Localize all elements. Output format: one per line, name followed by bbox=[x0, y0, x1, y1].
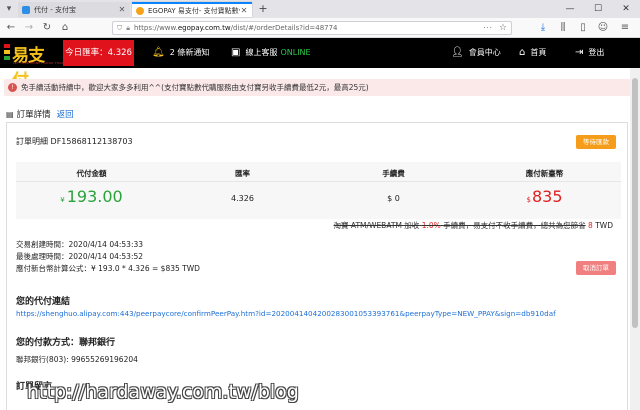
menu-icon[interactable]: ≡ bbox=[618, 21, 632, 35]
forward-arrow-icon[interactable]: → bbox=[22, 21, 36, 35]
logout-link[interactable]: ⇥ 登出 bbox=[575, 38, 604, 68]
alert-icon: ! bbox=[8, 83, 17, 92]
watermark: http://hardaway.com.tw/blog bbox=[27, 381, 299, 403]
today-rate-box: 今日匯率：4.326 bbox=[63, 40, 134, 66]
savings-text-2: 手續費，易支付不收手續費，總共為您節省 bbox=[443, 221, 586, 230]
savings-pct: 1.0% bbox=[421, 221, 441, 230]
bank-account: 聯邦銀行(803): 99655269196204 bbox=[16, 355, 138, 364]
back-arrow-icon[interactable]: ← bbox=[4, 21, 18, 35]
cancel-order-button[interactable]: 取消訂單 bbox=[576, 261, 616, 275]
header-rate: 匯率 bbox=[235, 169, 250, 178]
updated-time: 最後處理時間：2020/4/14 04:53:52 bbox=[16, 252, 144, 261]
savings-note: 淘寶 ATM/WEBATM 加收 1.0% 手續費，易支付不收手續費，總共為您節… bbox=[334, 220, 613, 231]
url-prefix: https://www. bbox=[133, 24, 178, 32]
tab-title: 代付 - 支付宝 bbox=[34, 5, 76, 14]
new-tab-button[interactable]: + bbox=[256, 2, 270, 16]
scrollbar-thumb[interactable] bbox=[632, 78, 638, 328]
payment-method-heading: 您的付款方式：聯邦銀行 bbox=[16, 338, 116, 348]
total-number: 835 bbox=[531, 187, 563, 206]
payment-link-heading: 您的代付連結 bbox=[16, 297, 71, 307]
online-status: ONLINE bbox=[280, 48, 311, 57]
amount-currency: ¥ bbox=[60, 196, 65, 204]
egopay-logo[interactable]: 易支付 LET YOUR MONEY GOOD THAN MORE bbox=[4, 40, 75, 91]
logout-icon: ⇥ bbox=[575, 47, 584, 58]
account-icon[interactable]: ☺ bbox=[596, 21, 610, 35]
home-icon: ⌂ bbox=[519, 47, 526, 58]
shield-icon: ⛉ bbox=[117, 23, 123, 32]
header-fee: 手續費 bbox=[382, 169, 405, 178]
customer-service-link[interactable]: ▣ 線上客服 ONLINE bbox=[231, 38, 311, 68]
lock-icon: 🔒︎ bbox=[126, 23, 130, 32]
url-host: egopay.com.tw bbox=[177, 24, 231, 32]
download-icon[interactable]: ⤓ bbox=[536, 21, 550, 35]
address-bar[interactable]: ⛉ 🔒︎ https://www. egopay.com.tw/dist/#/or… bbox=[112, 21, 512, 35]
order-detail-card: 訂單明細 DF15868112138703 等待匯款 代付金額 匯率 手續費 應… bbox=[6, 122, 628, 410]
reload-icon[interactable]: ↻ bbox=[40, 21, 54, 35]
egopay-favicon-icon bbox=[136, 6, 144, 15]
site-header: 易支付 LET YOUR MONEY GOOD THAN MORE 今日匯率：4… bbox=[0, 38, 640, 91]
status-badge: 等待匯款 bbox=[576, 135, 616, 149]
order-number-value: DF15868112138703 bbox=[50, 137, 133, 146]
home-label: 首頁 bbox=[530, 48, 547, 57]
member-center-link[interactable]: 👤︎ 會員中心 bbox=[451, 38, 501, 68]
minimize-button[interactable]: — bbox=[556, 0, 584, 18]
order-number: 訂單明細 DF15868112138703 bbox=[16, 136, 133, 147]
payment-link[interactable]: https://shenghuo.alipay.com:443/peerpayc… bbox=[16, 309, 556, 318]
savings-unit: TWD bbox=[595, 221, 613, 230]
sidebar-icon[interactable]: ▯ bbox=[576, 21, 590, 35]
url-path: /dist/#/orderDetails?id=48774 bbox=[230, 24, 338, 32]
amount-value: ¥193.00 bbox=[16, 187, 167, 206]
member-label: 會員中心 bbox=[468, 48, 501, 57]
total-value: $835 bbox=[469, 187, 620, 206]
logo-mark-icon bbox=[4, 44, 10, 60]
close-tab-icon[interactable]: ✕ bbox=[118, 5, 126, 14]
window-close-button[interactable]: ✕ bbox=[612, 0, 640, 18]
rate-value: 4.326 bbox=[231, 194, 254, 203]
page-actions-icon[interactable]: ··· bbox=[483, 24, 493, 32]
bell-icon: 🔔︎ bbox=[152, 47, 165, 58]
page-title: 訂單詳情 bbox=[16, 110, 51, 120]
notifications-label: 2 條新通知 bbox=[169, 48, 210, 57]
total-currency: $ bbox=[526, 196, 531, 204]
fee-value: $ 0 bbox=[387, 194, 400, 203]
header-total: 應付新臺幣 bbox=[525, 169, 564, 178]
amount-number: 193.00 bbox=[66, 187, 123, 206]
document-icon: ▤ bbox=[6, 109, 14, 119]
support-label: 線上客服 bbox=[245, 48, 278, 57]
maximize-button[interactable]: ☐ bbox=[584, 0, 612, 18]
savings-amount: 8 bbox=[588, 221, 593, 230]
home-icon[interactable]: ⌂ bbox=[58, 21, 72, 35]
browser-nav-bar: ← → ↻ ⌂ ⛉ 🔒︎ https://www. egopay.com.tw/d… bbox=[0, 18, 640, 38]
alipay-favicon-icon bbox=[22, 5, 30, 14]
order-summary-table: 代付金額 匯率 手續費 應付新臺幣 ¥193.00 4.326 $ 0 $835 bbox=[16, 162, 621, 219]
formula-line: 應付新台幣計算公式：¥ 193.0 * 4.326 = $835 TWD bbox=[16, 264, 200, 273]
library-icon[interactable]: ⫼ bbox=[556, 21, 570, 35]
bookmark-star-icon[interactable]: ☆ bbox=[499, 23, 507, 33]
notice-text: 免手續活動持續中，歡迎大家多多利用^^(支付寶點數代購服務由支付寶另收手續費最低… bbox=[21, 83, 369, 92]
home-link[interactable]: ⌂ 首頁 bbox=[519, 38, 546, 68]
order-number-label: 訂單明細 bbox=[16, 137, 48, 146]
chat-icon: ▣ bbox=[231, 47, 241, 58]
browser-tab-bar: ▾ 代付 - 支付宝 ✕ EGOPAY 易支付- 支付寶點數代 ✕ + — ☐ … bbox=[0, 0, 640, 18]
notifications-link[interactable]: 🔔︎ 2 條新通知 bbox=[152, 38, 209, 68]
created-time: 交易創建時間：2020/4/14 04:53:33 bbox=[16, 240, 144, 249]
tab-egopay[interactable]: EGOPAY 易支付- 支付寶點數代 ✕ bbox=[132, 2, 252, 17]
summary-divider bbox=[16, 181, 621, 182]
close-tab-icon[interactable]: ✕ bbox=[240, 6, 248, 15]
tab-alipay[interactable]: 代付 - 支付宝 ✕ bbox=[18, 2, 130, 17]
page-scrollbar[interactable] bbox=[630, 68, 640, 410]
tab-title: EGOPAY 易支付- 支付寶點數代 bbox=[148, 6, 240, 15]
promo-notice: ! 免手續活動持續中，歡迎大家多多利用^^(支付寶點數代購服務由支付寶另收手續費… bbox=[4, 79, 634, 96]
header-amount: 代付金額 bbox=[76, 169, 107, 178]
user-icon: 👤︎ bbox=[451, 47, 464, 58]
savings-text: 淘寶 ATM/WEBATM 加收 bbox=[333, 221, 420, 230]
tab-list-icon[interactable]: ▾ bbox=[3, 3, 15, 15]
page-title-row: ▤ 訂單詳情 返回 bbox=[6, 108, 74, 121]
back-link[interactable]: 返回 bbox=[57, 108, 74, 120]
logout-label: 登出 bbox=[588, 48, 605, 57]
